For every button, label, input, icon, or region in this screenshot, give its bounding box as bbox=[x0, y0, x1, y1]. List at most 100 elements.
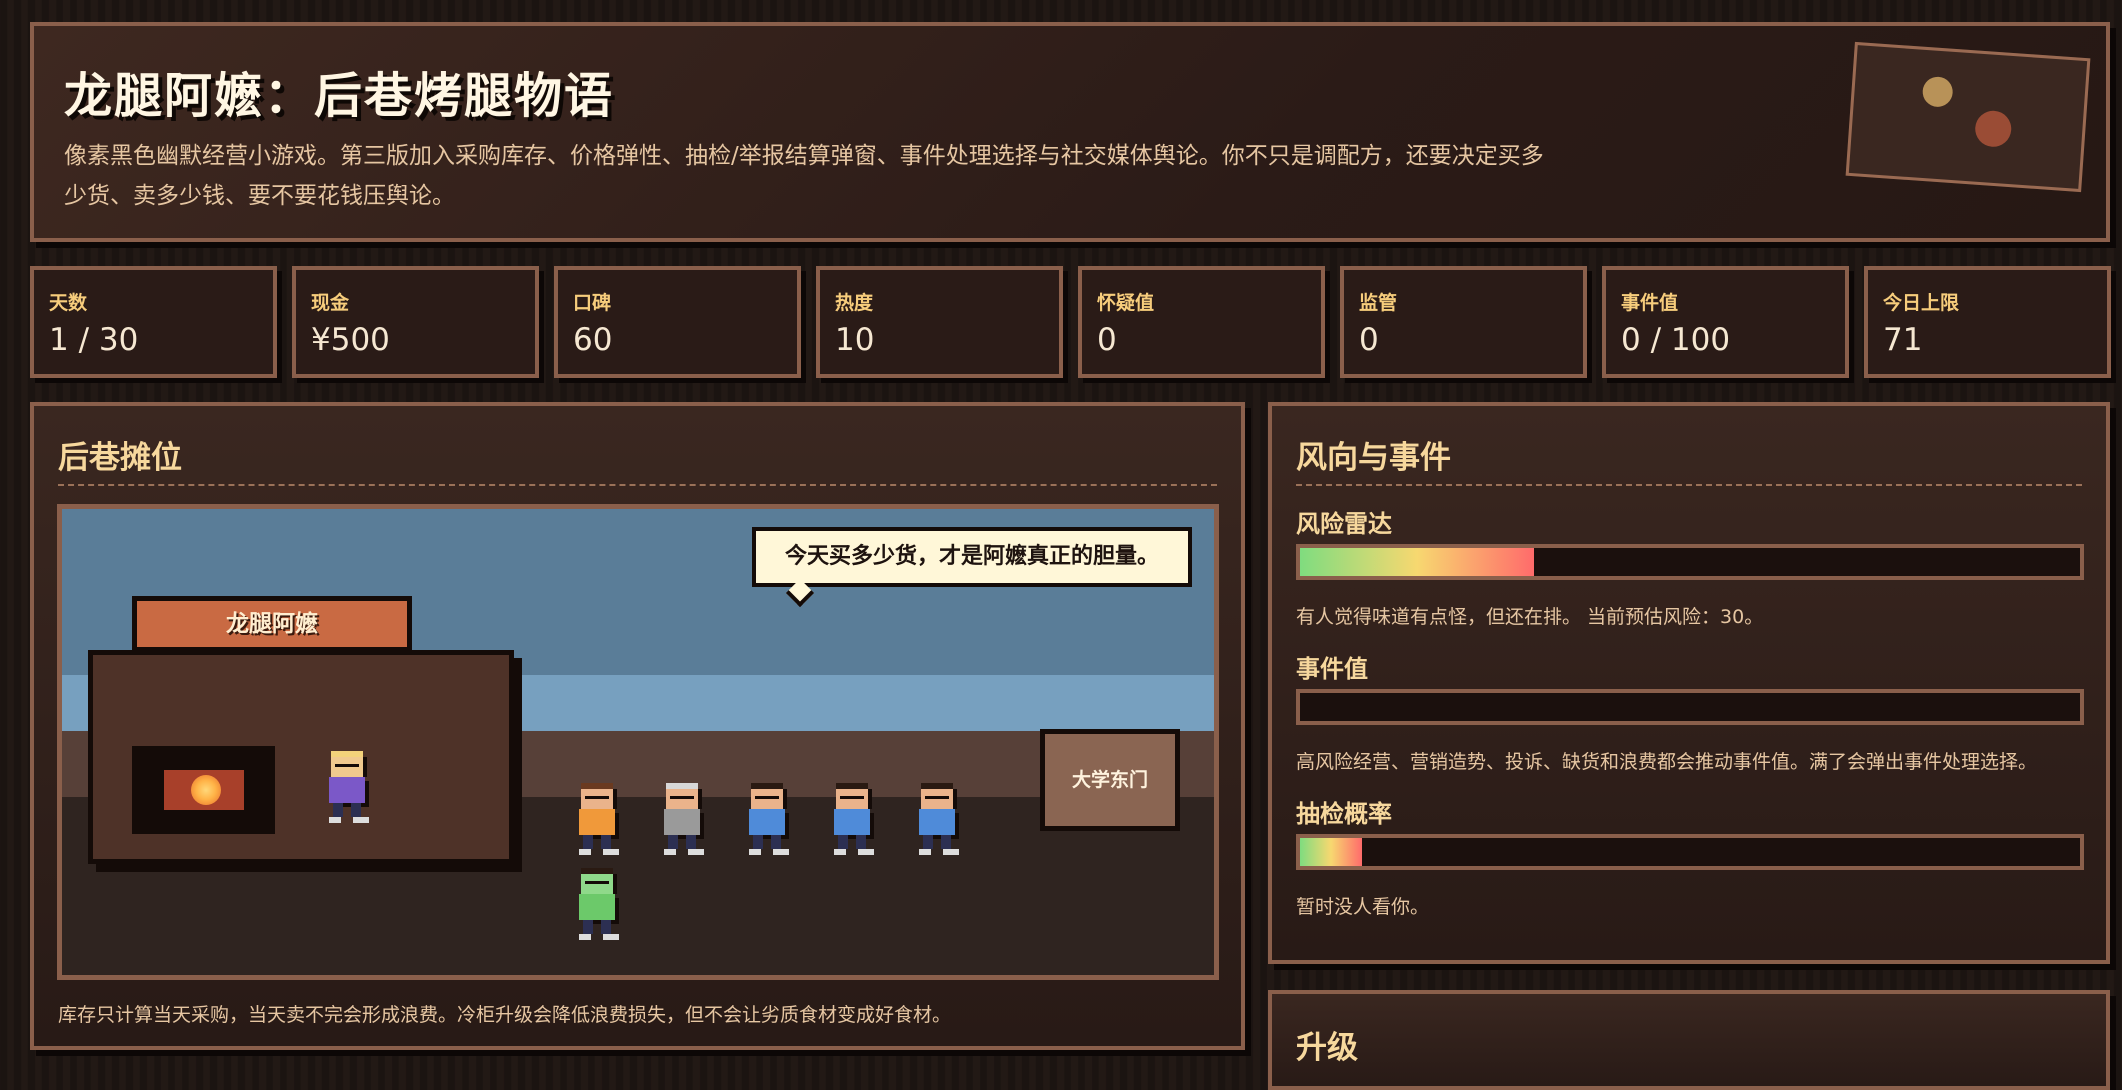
stat-regulation: 监管 0 bbox=[1340, 266, 1587, 378]
stat-day: 天数 1 / 30 bbox=[30, 266, 277, 378]
stat-value: ¥500 bbox=[311, 322, 390, 358]
divider bbox=[58, 484, 1217, 486]
stat-value: 71 bbox=[1883, 322, 1923, 358]
game-header: 龙腿阿嬷：后巷烤腿物语 像素黑色幽默经营小游戏。第三版加入采购库存、价格弹性、抽… bbox=[30, 22, 2110, 242]
stall-sign: 龙腿阿嬷 bbox=[132, 596, 412, 652]
upgrade-panel-title: 升级 bbox=[1296, 1030, 1358, 1066]
stall-panel: 后巷摊位 龙腿阿嬷 今天买多少货，才是阿嬷真正的胆量。 大学东门 库存只计算当天… bbox=[30, 402, 1245, 1050]
sprite-legs bbox=[583, 835, 611, 849]
events-panel: 风向与事件 风险雷达 有人觉得味道有点怪，但还在排。 当前预估风险：30。 事件… bbox=[1268, 402, 2110, 964]
sprite-head bbox=[331, 757, 363, 777]
sprite-feet bbox=[749, 849, 789, 855]
sprite-eyes bbox=[335, 764, 359, 767]
customer-sprite bbox=[915, 783, 959, 855]
sprite-legs bbox=[923, 835, 951, 849]
sprite-feet bbox=[579, 849, 619, 855]
game-title: 龙腿阿嬷：后巷烤腿物语 bbox=[64, 68, 615, 124]
customer-sprite bbox=[830, 783, 874, 855]
photo-dot-icon bbox=[1921, 75, 1954, 108]
stat-value: 0 / 100 bbox=[1621, 322, 1731, 358]
stat-cash: 现金 ¥500 bbox=[292, 266, 539, 378]
sprite-body bbox=[664, 809, 700, 835]
sprite-body bbox=[749, 809, 785, 835]
sprite-feet bbox=[579, 934, 619, 940]
sprite-eyes bbox=[670, 796, 694, 799]
risk-radar-text: 有人觉得味道有点怪，但还在排。 当前预估风险：30。 bbox=[1296, 606, 1764, 628]
stat-label: 监管 bbox=[1359, 292, 1398, 314]
sprite-head bbox=[751, 789, 783, 809]
risk-radar-fill bbox=[1300, 548, 1534, 576]
stat-label: 今日上限 bbox=[1883, 292, 1960, 314]
fire-icon bbox=[191, 775, 221, 805]
sprite-eyes bbox=[585, 881, 609, 884]
sprite-feet bbox=[919, 849, 959, 855]
stat-value: 10 bbox=[835, 322, 875, 358]
sprite-head bbox=[836, 789, 868, 809]
sprite-feet bbox=[834, 849, 874, 855]
speech-bubble: 今天买多少货，才是阿嬷真正的胆量。 bbox=[752, 527, 1192, 608]
speech-text: 今天买多少货，才是阿嬷真正的胆量。 bbox=[784, 544, 1159, 569]
inspection-chance-fill bbox=[1300, 838, 1363, 866]
stat-label: 天数 bbox=[49, 292, 88, 314]
inspection-chance-meter bbox=[1296, 834, 2084, 870]
university-gate-sign: 大学东门 bbox=[1040, 729, 1180, 831]
event-value-label: 事件值 bbox=[1296, 655, 1368, 683]
sprite-head bbox=[921, 789, 953, 809]
customer-sprite bbox=[575, 868, 619, 940]
divider bbox=[1296, 484, 2082, 486]
stall-panel-title: 后巷摊位 bbox=[58, 440, 182, 476]
sprite-legs bbox=[838, 835, 866, 849]
grandma-vendor-sprite bbox=[325, 751, 369, 823]
sprite-body bbox=[834, 809, 870, 835]
decorative-photo-icon bbox=[1845, 41, 2091, 193]
stall-note: 库存只计算当天采购，当天卖不完会形成浪费。冷柜升级会降低浪费损失，但不会让劣质食… bbox=[58, 1004, 952, 1026]
stat-daily-limit: 今日上限 71 bbox=[1864, 266, 2111, 378]
sprite-legs bbox=[753, 835, 781, 849]
risk-radar-label: 风险雷达 bbox=[1296, 510, 1392, 538]
upgrade-panel: 升级 bbox=[1268, 990, 2110, 1090]
sprite-eyes bbox=[585, 796, 609, 799]
stall-scene: 龙腿阿嬷 今天买多少货，才是阿嬷真正的胆量。 大学东门 bbox=[57, 504, 1219, 980]
inspection-chance-label: 抽检概率 bbox=[1296, 800, 1392, 828]
stat-label: 口碑 bbox=[573, 292, 612, 314]
stat-label: 热度 bbox=[835, 292, 874, 314]
sprite-head bbox=[581, 874, 613, 894]
customer-sprite bbox=[575, 783, 619, 855]
stat-reputation: 口碑 60 bbox=[554, 266, 801, 378]
sprite-feet bbox=[329, 817, 369, 823]
stat-value: 1 / 30 bbox=[49, 322, 139, 358]
oven-icon bbox=[132, 746, 275, 834]
sprite-body bbox=[579, 809, 615, 835]
photo-dot-icon bbox=[1974, 109, 2013, 149]
sprite-eyes bbox=[840, 796, 864, 799]
stat-label: 怀疑值 bbox=[1097, 292, 1155, 314]
stat-value: 0 bbox=[1359, 322, 1379, 358]
customer-sprite bbox=[745, 783, 789, 855]
sprite-legs bbox=[668, 835, 696, 849]
sprite-legs bbox=[333, 803, 361, 817]
sprite-head bbox=[581, 789, 613, 809]
stat-value: 0 bbox=[1097, 322, 1117, 358]
stat-event-value: 事件值 0 / 100 bbox=[1602, 266, 1849, 378]
oven-window bbox=[164, 770, 244, 810]
stat-heat: 热度 10 bbox=[816, 266, 1063, 378]
sprite-eyes bbox=[755, 796, 779, 799]
stat-label: 事件值 bbox=[1621, 292, 1679, 314]
stat-value: 60 bbox=[573, 322, 613, 358]
game-subtitle: 像素黑色幽默经营小游戏。第三版加入采购库存、价格弹性、抽检/举报结算弹窗、事件处… bbox=[64, 143, 1544, 209]
stat-label: 现金 bbox=[311, 292, 350, 314]
event-value-meter bbox=[1296, 689, 2084, 725]
events-panel-title: 风向与事件 bbox=[1296, 440, 1451, 476]
sprite-body bbox=[579, 894, 615, 920]
inspection-chance-text: 暂时没人看你。 bbox=[1296, 896, 1430, 918]
sprite-head bbox=[666, 789, 698, 809]
sprite-eyes bbox=[925, 796, 949, 799]
risk-radar-meter bbox=[1296, 544, 2084, 580]
event-value-text: 高风险经营、营销造势、投诉、缺货和浪费都会推动事件值。满了会弹出事件处理选择。 bbox=[1296, 751, 2038, 773]
customer-sprite bbox=[660, 783, 704, 855]
sprite-body bbox=[329, 777, 365, 803]
stat-suspicion: 怀疑值 0 bbox=[1078, 266, 1325, 378]
sprite-feet bbox=[664, 849, 704, 855]
sprite-legs bbox=[583, 920, 611, 934]
sprite-body bbox=[919, 809, 955, 835]
